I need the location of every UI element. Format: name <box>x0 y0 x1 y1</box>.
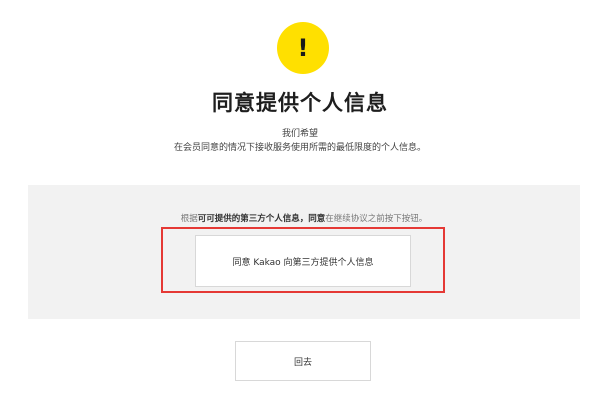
notice-prefix: 根据 <box>180 214 198 224</box>
consent-panel: 根据可可提供的第三方个人信息，同意在继续协议之前按下按钮。 同意 Kakao 向… <box>28 185 580 319</box>
description-line-2: 在会员同意的情况下接收服务使用所需的最低限度的个人信息。 <box>173 143 426 153</box>
page-title: 同意提供个人信息 <box>212 91 388 115</box>
notice-bold: 可可提供的第三方个人信息，同意 <box>197 214 326 224</box>
notice-suffix: 在继续协议之前按下按钮。 <box>325 214 428 224</box>
description-line-1: 我们希望 <box>281 129 318 139</box>
exclamation-icon: ! <box>277 22 329 74</box>
consent-notice: 根据可可提供的第三方个人信息，同意在继续协议之前按下按钮。 <box>28 212 580 224</box>
consent-page: ! 同意提供个人信息 我们希望 在会员同意的情况下接收服务使用所需的最低限度的个… <box>0 0 600 399</box>
back-button[interactable]: 回去 <box>235 341 371 381</box>
agree-third-party-button[interactable]: 同意 Kakao 向第三方提供个人信息 <box>195 235 411 287</box>
exclamation-glyph: ! <box>297 34 309 62</box>
